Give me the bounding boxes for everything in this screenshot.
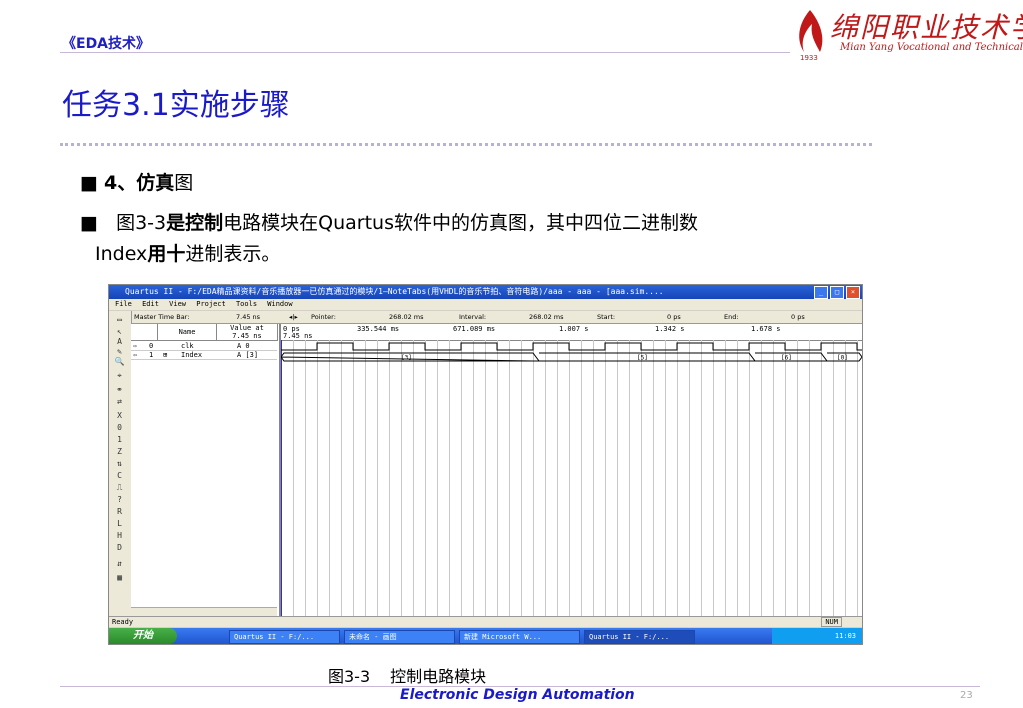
logo-subtitle: Mian Yang Vocational and Technical Colle… <box>840 42 1023 53</box>
time-ruler: 0 ps 335.544 ms 671.089 ms 1.007 s 1.342… <box>281 324 862 341</box>
signal-row[interactable]: ⇨ 0 clk A 0 <box>131 342 277 351</box>
weak-low-icon[interactable]: L <box>112 519 127 529</box>
menu-file[interactable]: File <box>115 300 132 308</box>
sort-icon[interactable]: ⇵ <box>112 559 127 569</box>
time-bar: Master Time Bar: 7.45 ns ◂|▸ Pointer: 26… <box>131 311 862 324</box>
time-cursor[interactable] <box>281 340 282 616</box>
bullet-marker: ■ <box>80 212 98 234</box>
status-bar: Ready NUM <box>109 616 862 627</box>
menu-bar: File Edit View Project Tools Window <box>109 299 862 310</box>
waveform-grid: Name Value at 7.45 ns ⇨ 0 clk A 0 ⇦ 1 ⊞ … <box>131 324 862 616</box>
taskbar: 开始 Quartus II - F:/... 未命名 - 画图 新建 Micro… <box>109 628 862 644</box>
clock: 11:03 <box>834 632 856 640</box>
weak-high-icon[interactable]: H <box>112 531 127 541</box>
bullet-marker: ■ <box>80 172 98 194</box>
replace-icon[interactable]: ⇄ <box>112 397 127 407</box>
clk-waveform <box>281 342 862 351</box>
bus-value: [3] <box>401 355 412 362</box>
bullet-2-continued: Index用十进制表示。 <box>95 243 281 265</box>
bus-value: [6] <box>781 355 792 362</box>
text-tool-icon[interactable]: A <box>112 337 127 347</box>
course-header: 《EDA技术》 <box>62 36 151 52</box>
master-time-value[interactable]: 7.45 ns <box>236 311 260 323</box>
binoculars-icon[interactable]: ⚭ <box>112 385 127 395</box>
value-column-header: Value at 7.45 ns <box>217 324 278 341</box>
time-arrows-icon[interactable]: ◂|▸ <box>289 311 298 323</box>
find-icon[interactable]: ⌖ <box>112 371 127 381</box>
random-value-icon[interactable]: R <box>112 507 127 517</box>
header-divider <box>60 52 790 53</box>
name-column-header: Name <box>158 324 217 341</box>
dont-care-icon[interactable]: D <box>112 543 127 553</box>
count-value-icon[interactable]: C <box>112 471 127 481</box>
logo-text: 绵阳职业技术学院 <box>830 11 1023 44</box>
maximize-icon[interactable]: □ <box>830 286 844 299</box>
taskbar-item[interactable]: 未命名 - 画图 <box>344 630 455 644</box>
bus-value: [0] <box>837 355 848 362</box>
bullet-1: ■ 4、仿真图 <box>80 172 194 194</box>
waveform-tools: ▭ ↖ A ✎ 🔍 ⌖ ⚭ ⇄ X 0 1 Z ⇅ C ⎍ ? R L H D … <box>109 311 132 616</box>
zoom-tool-icon[interactable]: 🔍 <box>112 357 127 367</box>
menu-tools[interactable]: Tools <box>236 300 257 308</box>
taskbar-item[interactable]: 新建 Microsoft W... <box>459 630 580 644</box>
grid-icon[interactable]: ▦ <box>112 573 127 583</box>
quartus-screenshot: Quartus II - F:/EDA精品课资料/音乐播放器一已仿真通过的模块/… <box>108 284 863 645</box>
value-x-icon[interactable]: X <box>112 411 127 421</box>
waveform-area: 0 ps 335.544 ms 671.089 ms 1.007 s 1.342… <box>281 324 862 616</box>
output-pin-icon: ⇦ <box>133 351 138 359</box>
arbitrary-value-icon[interactable]: ? <box>112 495 127 505</box>
waveforms: [3] [5] [6] [0] <box>281 342 862 362</box>
start-button[interactable]: 开始 <box>109 628 177 644</box>
system-tray: 11:03 <box>772 628 862 644</box>
bus-value: [5] <box>637 355 648 362</box>
menu-edit[interactable]: Edit <box>142 300 159 308</box>
menu-window[interactable]: Window <box>267 300 292 308</box>
cursor-time-label: 7.45 ns <box>283 332 313 340</box>
taskbar-item[interactable]: Quartus II - F:/... <box>584 630 695 644</box>
expand-icon[interactable]: ⊞ <box>163 351 167 359</box>
value-0-icon[interactable]: 0 <box>112 423 127 433</box>
minimize-icon[interactable]: _ <box>814 286 828 299</box>
index-bus-waveform <box>281 352 862 362</box>
input-pin-icon: ⇨ <box>133 342 138 350</box>
signal-row[interactable]: ⇦ 1 ⊞ Index A [3] <box>131 351 277 360</box>
menu-project[interactable]: Project <box>196 300 226 308</box>
waveform-editor-icon[interactable]: ▭ <box>112 315 127 325</box>
menu-view[interactable]: View <box>169 300 186 308</box>
signal-name-panel: Name Value at 7.45 ns ⇨ 0 clk A 0 ⇦ 1 ⊞ … <box>131 324 281 616</box>
name-scrollbar[interactable] <box>131 607 277 616</box>
flame-logo-icon: 1933 <box>799 10 823 62</box>
footer-text: Electronic Design Automation <box>400 687 635 703</box>
taskbar-item[interactable]: Quartus II - F:/... <box>229 630 340 644</box>
invert-icon[interactable]: ⇅ <box>112 459 127 469</box>
value-1-icon[interactable]: 1 <box>112 435 127 445</box>
title-divider <box>60 143 872 146</box>
value-z-icon[interactable]: Z <box>112 447 127 457</box>
close-icon[interactable]: × <box>846 286 860 299</box>
page-number: 23 <box>960 690 973 701</box>
select-tool-icon[interactable]: ↖ <box>112 327 127 337</box>
bullet-2: ■ 图3-3是控制电路模块在Quartus软件中的仿真图，其中四位二进制数 <box>80 212 698 234</box>
edit-tool-icon[interactable]: ✎ <box>112 347 127 357</box>
college-logo: 1933 绵阳职业技术学院 Mian Yang Vocational and T… <box>790 6 1023 62</box>
svg-text:1933: 1933 <box>800 54 818 62</box>
slide-title: 任务3.1实施步骤 <box>62 88 290 123</box>
clock-value-icon[interactable]: ⎍ <box>112 483 127 493</box>
window-titlebar: Quartus II - F:/EDA精品课资料/音乐播放器一已仿真通过的模块/… <box>109 285 862 299</box>
figure-caption: 图3-3 控制电路模块 <box>328 667 487 686</box>
